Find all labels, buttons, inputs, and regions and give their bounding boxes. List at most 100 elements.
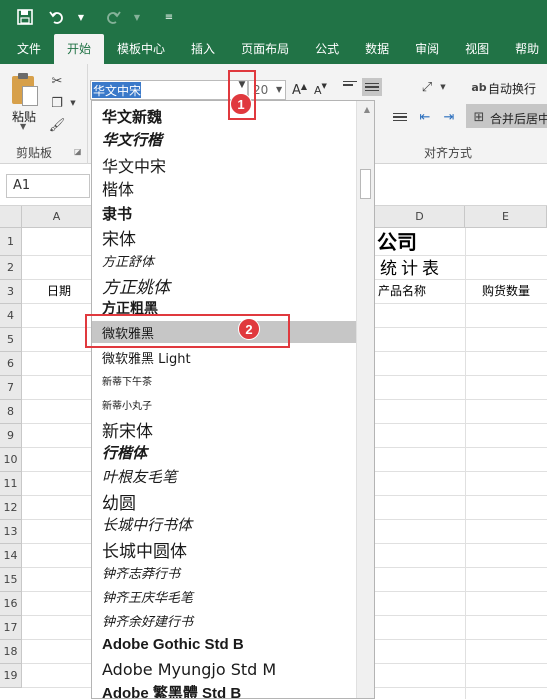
column-header-d[interactable]: D [375, 206, 465, 228]
dropdown-scrollbar[interactable]: ▲ [356, 101, 374, 698]
ribbon-tabs: 文件 开始 模板中心 插入 页面布局 公式 数据 审阅 视图 帮助 [0, 34, 547, 64]
increase-indent-icon[interactable]: ⇥ [440, 108, 458, 126]
redo-icon[interactable] [102, 6, 124, 28]
font-option[interactable]: 钟齐王庆华毛笔 [92, 585, 356, 607]
tab-page-layout[interactable]: 页面布局 [228, 34, 302, 64]
font-option[interactable]: 宋体 [92, 225, 356, 250]
font-option[interactable]: 华文中宋 [92, 153, 356, 177]
merge-center-button[interactable]: 合并后居中 [490, 110, 547, 127]
title-bar: ▼ ▼ ≡ [0, 0, 547, 34]
subtitle-cell[interactable]: 统计表 [380, 254, 443, 279]
step-badge-2: 2 [238, 318, 260, 340]
font-option[interactable]: 长城中行书体 [92, 513, 356, 535]
font-option[interactable]: 方正姚体 [92, 273, 356, 298]
format-painter-icon[interactable]: 🖌 [48, 116, 66, 134]
row-header-1[interactable]: 1 [0, 228, 22, 256]
font-option[interactable]: 华文新魏 [92, 105, 356, 127]
tab-data[interactable]: 数据 [352, 34, 402, 64]
row-header-7[interactable]: 7 [0, 376, 22, 400]
row-header-13[interactable]: 13 [0, 520, 22, 544]
align-top-icon[interactable] [340, 74, 360, 92]
row-header-4[interactable]: 4 [0, 304, 22, 328]
font-option[interactable]: 钟齐志莽行书 [92, 561, 356, 583]
save-icon[interactable] [14, 6, 36, 28]
grow-font-button[interactable]: A ▲ [292, 80, 307, 100]
align-middle-icon[interactable] [362, 78, 382, 96]
row-header-14[interactable]: 14 [0, 544, 22, 568]
font-dropdown-list[interactable]: 华文新魏 华文行楷 华文中宋 楷体 隶书 宋体 方正舒体 方正姚体 方正粗黑 微软雅黑 微软雅黑 L… [91, 100, 375, 699]
column-header-a[interactable]: A [22, 206, 92, 228]
row-header-5[interactable]: 5 [0, 328, 22, 352]
font-option[interactable]: 微软雅黑 Light [92, 347, 356, 367]
font-option[interactable]: 钟齐余好建行书 [92, 609, 356, 631]
row-header-2[interactable]: 2 [0, 256, 22, 280]
merge-icon[interactable]: ⊞ [470, 108, 488, 126]
decrease-indent-icon[interactable]: ⇤ [416, 108, 434, 126]
tab-file[interactable]: 文件 [4, 34, 54, 64]
step-badge-1: 1 [230, 93, 252, 115]
row-header-12[interactable]: 12 [0, 496, 22, 520]
row-header-3[interactable]: 3 [0, 280, 22, 304]
paste-icon[interactable] [10, 72, 40, 108]
row-header-15[interactable]: 15 [0, 568, 22, 592]
undo-icon[interactable] [46, 6, 68, 28]
font-option[interactable]: Adobe 繁黑體 Std B [92, 681, 356, 699]
tab-home[interactable]: 开始 [54, 34, 105, 64]
font-option[interactable]: 华文行楷 [92, 128, 356, 150]
tab-view[interactable]: 视图 [452, 34, 502, 64]
cell-d3[interactable]: 产品名称 [378, 282, 426, 299]
row-header-18[interactable]: 18 [0, 640, 22, 664]
wrap-text-icon[interactable]: ab [470, 78, 488, 96]
font-option[interactable]: 叶根友毛笔 [92, 465, 356, 487]
tab-help[interactable]: 帮助 [502, 34, 547, 64]
cell-e3[interactable]: 购货数量 [482, 282, 530, 299]
select-all-corner[interactable] [0, 206, 22, 228]
font-option[interactable]: 隶书 [92, 202, 356, 224]
tab-formulas[interactable]: 公式 [302, 34, 352, 64]
dialog-launcher-icon[interactable]: ◪ [74, 147, 82, 156]
row-header-9[interactable]: 9 [0, 424, 22, 448]
name-box[interactable]: A1 [6, 174, 90, 198]
row-header-19[interactable]: 19 [0, 664, 22, 688]
font-option[interactable]: 方正舒体 [92, 249, 356, 271]
font-option[interactable]: 幼圆 [92, 489, 356, 514]
tab-insert[interactable]: 插入 [178, 34, 228, 64]
row-header-8[interactable]: 8 [0, 400, 22, 424]
cut-icon[interactable]: ✂ [48, 72, 66, 90]
row-header-11[interactable]: 11 [0, 472, 22, 496]
cell-a3[interactable]: 日期 [47, 282, 71, 299]
clipboard-group: 粘贴 ▼ ✂ ❐ ▼ 🖌 剪贴板 ◪ [0, 64, 88, 164]
tab-review[interactable]: 审阅 [402, 34, 452, 64]
font-name-input[interactable] [92, 82, 224, 98]
title-cell[interactable]: 公司 [377, 226, 417, 255]
shrink-font-label: A [314, 83, 322, 97]
row-header-17[interactable]: 17 [0, 616, 22, 640]
font-option[interactable]: 新宋体 [92, 417, 356, 442]
column-header-e[interactable]: E [465, 206, 547, 228]
font-option[interactable]: 楷体 [92, 177, 356, 199]
row-header-16[interactable]: 16 [0, 592, 22, 616]
scroll-up-icon[interactable]: ▲ [364, 105, 370, 114]
chevron-down-icon[interactable]: ▼ [434, 78, 452, 96]
chevron-down-icon[interactable]: ▼ [276, 85, 282, 94]
font-option[interactable]: 新蒂下午茶 [92, 369, 356, 391]
chevron-down-icon[interactable]: ▼ [20, 122, 26, 131]
row-header-10[interactable]: 10 [0, 448, 22, 472]
font-option[interactable]: Adobe Gothic Std B [92, 633, 356, 655]
wrap-text-button[interactable]: 自动换行 [488, 80, 536, 97]
chevron-down-icon[interactable]: ▼ [70, 6, 92, 28]
font-option[interactable]: 新蒂小丸子 [92, 393, 356, 415]
font-option[interactable]: 长城中圆体 [92, 537, 356, 562]
scroll-thumb[interactable] [360, 169, 371, 199]
chevron-down-icon[interactable]: ▼ [126, 6, 148, 28]
row-header-6[interactable]: 6 [0, 352, 22, 376]
font-option[interactable]: Adobe Myungjo Std M [92, 657, 356, 681]
font-option[interactable]: 行楷体 [92, 441, 356, 463]
align-right-icon[interactable] [390, 108, 410, 126]
grid-line [465, 228, 466, 699]
tab-template-center[interactable]: 模板中心 [104, 34, 178, 64]
clipboard-group-label: 剪贴板 [16, 146, 53, 160]
shrink-font-button[interactable]: A ▼ [314, 80, 327, 100]
chevron-down-icon[interactable]: ▼ [64, 94, 82, 112]
customize-icon[interactable]: ≡ [158, 6, 180, 28]
